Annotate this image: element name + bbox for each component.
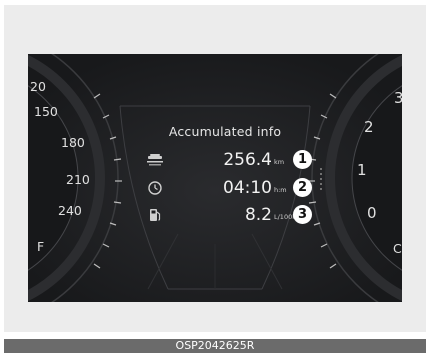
callout-badge-1: 1 xyxy=(293,150,312,169)
temp-cold-label: C xyxy=(393,241,402,256)
rpm-label-0: 0 xyxy=(367,204,377,222)
callout-badge-2: 2 xyxy=(293,178,312,197)
distance-road-icon xyxy=(146,151,164,169)
speed-label-150: 150 xyxy=(34,104,58,119)
fuel-full-label: F xyxy=(37,239,45,254)
distance-value: 256.4 xyxy=(223,150,272,170)
speed-label-210: 210 xyxy=(66,172,90,187)
caption-bar: OSP2042625R xyxy=(4,339,426,353)
callout-badge-3: 3 xyxy=(293,205,312,224)
rpm-label-3: 3 xyxy=(394,89,402,107)
speed-label-240: 240 xyxy=(58,203,82,218)
speed-label-20: 20 xyxy=(30,79,46,94)
fuel-economy-value: 8.2 xyxy=(244,205,272,225)
panel-title: Accumulated info xyxy=(168,124,282,139)
rpm-label-1: 1 xyxy=(357,161,367,179)
info-row-time: 04:10 h:m 2 xyxy=(138,175,338,201)
speed-label-180: 180 xyxy=(61,135,85,150)
time-unit: h:m xyxy=(274,186,287,194)
rpm-label-2: 2 xyxy=(364,118,374,136)
fuel-pump-icon xyxy=(146,206,164,224)
clock-icon xyxy=(146,179,164,197)
distance-unit: km xyxy=(274,158,285,166)
info-row-distance: 256.4 km 1 xyxy=(138,147,338,173)
time-value: 04:10 xyxy=(223,178,272,198)
info-row-fuel: 8.2 L/100km 3 xyxy=(138,202,338,228)
figure-code: OSP2042625R xyxy=(175,339,255,352)
instrument-cluster-display: 20 150 180 210 240 F 3 2 1 0 C Accumulat… xyxy=(28,54,402,302)
